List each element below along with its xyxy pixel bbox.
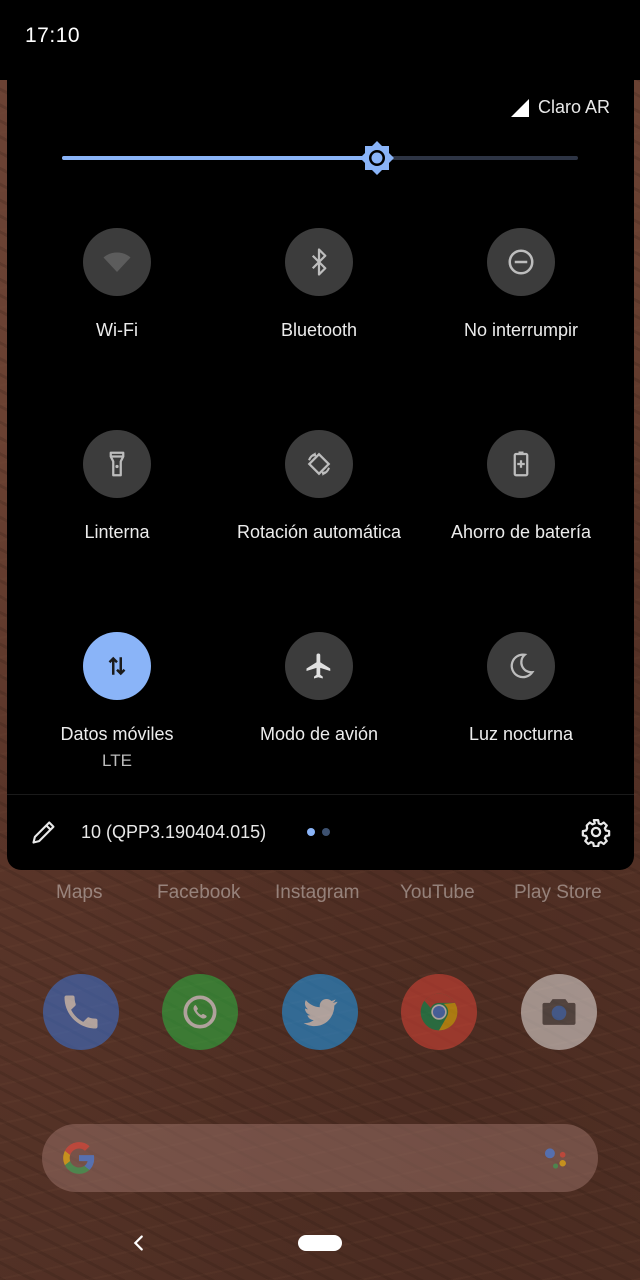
carrier-name: Claro AR xyxy=(537,97,610,117)
auto-rotate-icon xyxy=(307,452,331,476)
tile-bluetooth[interactable]: Bluetooth xyxy=(219,228,419,341)
tile-auto-rotate-button[interactable] xyxy=(285,430,353,498)
carrier-info: Claro AR xyxy=(510,97,610,118)
chrome-icon[interactable] xyxy=(401,974,477,1050)
google-g-icon xyxy=(63,1142,95,1174)
tile-wifi-button[interactable] xyxy=(83,228,151,296)
tile-flashlight[interactable]: Linterna xyxy=(17,430,217,543)
tile-mobile-data-button[interactable] xyxy=(83,632,151,700)
page-indicator xyxy=(307,828,330,836)
flashlight-icon xyxy=(109,451,125,477)
phone-icon[interactable] xyxy=(43,974,119,1050)
tile-night-light-label: Luz nocturna xyxy=(468,724,574,744)
home-pill-button[interactable] xyxy=(298,1235,342,1251)
tile-battery-saver[interactable]: Ahorro de batería xyxy=(421,430,621,543)
tile-flashlight-button[interactable] xyxy=(83,430,151,498)
whatsapp-icon[interactable] xyxy=(162,974,238,1050)
tile-battery-saver-label: Ahorro de batería xyxy=(450,522,592,542)
tile-do-not-disturb-label: No interrumpir xyxy=(463,320,579,340)
signal-icon xyxy=(510,98,529,117)
tile-bluetooth-label: Bluetooth xyxy=(280,320,358,340)
tile-night-light-button[interactable] xyxy=(487,632,555,700)
footer-divider xyxy=(7,794,634,795)
tile-airplane-mode-button[interactable] xyxy=(285,632,353,700)
tile-auto-rotate-label: Rotación automática xyxy=(236,522,402,542)
wifi-icon xyxy=(103,252,131,272)
status-bar: 17:10 xyxy=(0,0,640,80)
tile-auto-rotate[interactable]: Rotación automática xyxy=(219,430,419,543)
gear-icon[interactable] xyxy=(581,817,611,847)
tile-mobile-data-sublabel: LTE xyxy=(102,751,132,770)
page-dot-2 xyxy=(322,828,330,836)
app-label-maps[interactable]: Maps xyxy=(56,882,102,904)
brightness-slider[interactable] xyxy=(62,140,578,176)
pencil-icon[interactable] xyxy=(30,818,58,846)
battery-saver-icon xyxy=(513,451,529,477)
night-light-icon xyxy=(510,653,535,679)
app-label-instagram[interactable]: Instagram xyxy=(275,882,359,904)
tile-mobile-data-label: Datos móviles xyxy=(60,724,174,744)
tile-night-light[interactable]: Luz nocturna xyxy=(421,632,621,745)
build-number[interactable]: 10 (QPP3.190404.015) xyxy=(81,822,266,843)
app-label-facebook[interactable]: Facebook xyxy=(157,882,240,904)
tile-wifi[interactable]: Wi-Fi xyxy=(17,228,217,341)
clock: 17:10 xyxy=(25,24,81,47)
tile-battery-saver-button[interactable] xyxy=(487,430,555,498)
tile-do-not-disturb-button[interactable] xyxy=(487,228,555,296)
do-not-disturb-icon xyxy=(508,249,534,275)
mobile-data-icon xyxy=(108,656,126,676)
twitter-icon[interactable] xyxy=(282,974,358,1050)
brightness-thumb[interactable] xyxy=(359,140,395,176)
airplane-icon xyxy=(306,653,331,679)
app-label-play-store[interactable]: Play Store xyxy=(514,882,602,904)
tile-mobile-data[interactable]: Datos móviles LTE xyxy=(17,632,217,771)
google-search-bar[interactable] xyxy=(42,1124,598,1192)
tile-flashlight-label: Linterna xyxy=(84,522,150,542)
page-dot-1 xyxy=(307,828,315,836)
tile-airplane-mode-label: Modo de avión xyxy=(259,724,379,744)
tile-airplane-mode[interactable]: Modo de avión xyxy=(219,632,419,745)
tile-bluetooth-button[interactable] xyxy=(285,228,353,296)
assistant-icon[interactable] xyxy=(540,1142,574,1176)
brightness-fill xyxy=(62,156,377,160)
tile-do-not-disturb[interactable]: No interrumpir xyxy=(421,228,621,341)
camera-icon[interactable] xyxy=(521,974,597,1050)
app-label-youtube[interactable]: YouTube xyxy=(400,882,475,904)
navigation-bar xyxy=(0,1210,640,1280)
bluetooth-icon xyxy=(311,248,327,276)
tile-wifi-label: Wi-Fi xyxy=(96,320,138,340)
back-icon[interactable] xyxy=(128,1232,150,1254)
